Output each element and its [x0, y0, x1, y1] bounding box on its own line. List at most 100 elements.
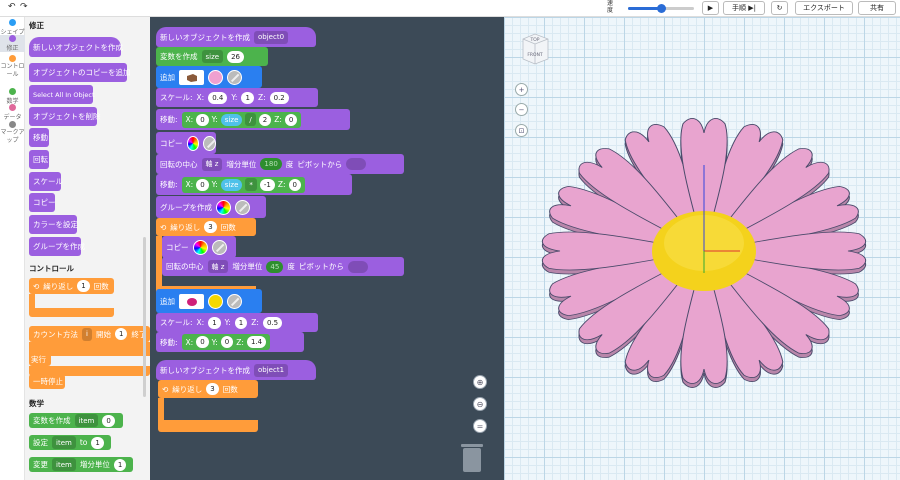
axis-dropdown[interactable]: 軸 z — [201, 157, 223, 171]
move-x-input[interactable]: 0 — [196, 113, 209, 126]
block-rotate-2[interactable]: 回転の中心軸 z 増分単位 45 度ピボットから — [162, 257, 404, 276]
flyout-block-change-variable[interactable]: 変更 item 増分単位 1 — [29, 457, 133, 472]
category-control[interactable]: コントロール — [0, 55, 25, 79]
block-copy[interactable]: コピー — [156, 132, 216, 154]
flyout-block-pause[interactable]: 一時停止 — [29, 374, 65, 389]
category-data[interactable]: データ — [0, 104, 25, 121]
object-name-dropdown[interactable]: object0 — [254, 30, 289, 44]
zoom-reset-button[interactable]: = — [473, 419, 487, 433]
axis-dropdown[interactable]: 軸 z — [207, 260, 229, 273]
zoom-out-button[interactable]: ⊖ — [473, 397, 487, 411]
rainbow-color-icon[interactable] — [186, 135, 200, 151]
block-workspace[interactable]: 新しいオブジェクトを作成 object0 変数を作成 size 26 追加 スケール:… — [150, 17, 504, 480]
object-name-dropdown[interactable]: object1 — [254, 363, 289, 377]
move-y-variable[interactable]: size — [220, 178, 243, 191]
set-value-input[interactable]: 1 — [91, 436, 104, 449]
operator-dropdown[interactable]: / — [245, 113, 256, 126]
flyout-block-delete-object[interactable]: オブジェクトを削除 — [29, 107, 101, 126]
move-z-input[interactable]: 0 — [288, 178, 301, 191]
no-texture-icon[interactable] — [227, 69, 242, 85]
shape-thumbnail[interactable] — [179, 69, 204, 85]
flyout-block-create-group[interactable]: グループを作成 — [29, 237, 85, 256]
color-swatch[interactable] — [208, 69, 223, 85]
flyout-block-set-variable[interactable]: 設定 item to 1 — [29, 435, 111, 450]
redo-icon[interactable]: ↷ — [20, 2, 28, 12]
block-move-2[interactable]: 移動: X: 0 Y: size * -1 Z: 0 — [156, 174, 352, 195]
move-z-input[interactable]: 0 — [284, 113, 298, 126]
flyout-block-new-object[interactable]: 新しいオブジェクトを作成 — [29, 37, 123, 57]
flyout-block-count[interactable]: カウント方法 i 開始 1 終了 実行 — [29, 326, 150, 378]
block-add-shape[interactable]: 追加 — [156, 66, 262, 88]
degrees-input[interactable]: 180 — [260, 158, 282, 170]
trash-icon[interactable] — [461, 444, 483, 472]
rainbow-color-icon[interactable] — [192, 239, 208, 255]
move-x-input[interactable]: 0 — [196, 178, 209, 191]
flyout-block-create-variable[interactable]: 変数を作成 item 0 — [29, 413, 123, 428]
move-y-variable[interactable]: size — [220, 113, 243, 126]
block-rotate[interactable]: 回転の中心軸 z 増分単位 180 度ピボットから — [156, 154, 404, 174]
degrees-input[interactable]: 45 — [266, 260, 284, 273]
3d-viewport[interactable]: TOP FRONT + − ⊡ — [504, 17, 900, 480]
repeat-count-input[interactable]: 3 — [206, 383, 219, 395]
var-value-input[interactable]: 0 — [102, 414, 115, 427]
block-new-object-2[interactable]: 新しいオブジェクトを作成 object1 — [156, 360, 316, 380]
flyout-block-select-all[interactable]: Select All In Object — [29, 85, 95, 104]
reset-button[interactable]: ↻ — [771, 1, 788, 15]
category-modify[interactable]: 修正 — [0, 35, 25, 52]
move-z-input[interactable]: 1.4 — [246, 336, 267, 348]
no-texture-icon[interactable] — [211, 239, 227, 255]
block-move-3[interactable]: 移動: X: 0 Y: 0 Z: 1.4 — [156, 332, 304, 352]
block-scale[interactable]: スケール: X: 0.4 Y: 1 Z: 0.2 — [156, 88, 318, 107]
flyout-block-move[interactable]: 移動 — [29, 128, 49, 147]
move-y-value[interactable]: 2 — [258, 113, 272, 126]
block-create-group[interactable]: グループを作成 — [156, 196, 266, 218]
no-texture-icon[interactable] — [227, 293, 242, 309]
shape-thumbnail[interactable] — [179, 293, 204, 309]
var-name-dropdown[interactable]: item — [74, 414, 99, 427]
set-var-dropdown[interactable]: item — [52, 436, 76, 449]
no-texture-icon[interactable] — [203, 135, 216, 151]
flyout-block-repeat[interactable]: ⟲ 繰り返し 1 回数 — [29, 278, 114, 318]
category-math[interactable]: 数学 — [0, 88, 25, 105]
step-button[interactable]: 手順 ▶| — [723, 1, 765, 15]
category-markup[interactable]: マークアップ — [0, 121, 25, 145]
change-value-input[interactable]: 1 — [113, 458, 127, 471]
move-y-input[interactable]: 0 — [220, 336, 234, 348]
undo-icon[interactable]: ↶ — [8, 2, 16, 12]
block-scale-2[interactable]: スケール: X: 1 Y: 1 Z: 0.5 — [156, 313, 318, 332]
flyout-block-add-copy[interactable]: オブジェクトのコピーを追加 — [29, 63, 131, 82]
play-button[interactable]: ▶ — [702, 1, 719, 15]
scale-z-input[interactable]: 0.2 — [269, 91, 289, 104]
move-y-value[interactable]: -1 — [259, 178, 275, 191]
category-shapes[interactable]: シェイプ — [0, 19, 25, 36]
flyout-block-set-color[interactable]: カラーを設定 — [29, 215, 78, 234]
count-start-input[interactable]: 1 — [114, 328, 128, 340]
block-repeat-2[interactable]: ⟲ 繰り返し 3 回数 — [158, 380, 258, 432]
flyout-block-rotate[interactable]: 回転 — [29, 150, 49, 169]
block-new-object[interactable]: 新しいオブジェクトを作成 object0 — [156, 27, 316, 47]
variable-value-input[interactable]: 26 — [227, 50, 244, 63]
zoom-in-button[interactable]: ⊕ — [473, 375, 487, 389]
flyout-block-scale[interactable]: スケール — [29, 172, 63, 191]
nav-fit-button[interactable]: ⊡ — [515, 124, 528, 137]
move-x-input[interactable]: 0 — [196, 336, 209, 348]
color-swatch[interactable] — [208, 293, 223, 309]
no-texture-icon[interactable] — [235, 199, 251, 215]
repeat-count-input[interactable]: 3 — [204, 221, 217, 233]
nav-zoom-in-button[interactable]: + — [515, 83, 528, 96]
rainbow-color-icon[interactable] — [216, 199, 232, 215]
block-create-variable[interactable]: 変数を作成 size 26 — [156, 47, 268, 66]
flyout-block-copy[interactable]: コピー — [29, 193, 56, 212]
block-move[interactable]: 移動: X: 0 Y: size/2 Z: 0 — [156, 109, 350, 130]
export-button[interactable]: エクスポート — [795, 1, 853, 15]
nav-zoom-out-button[interactable]: − — [515, 103, 528, 116]
count-var-dropdown[interactable]: i — [82, 327, 92, 341]
pivot-slot[interactable] — [347, 260, 368, 273]
scale-x-input[interactable]: 0.4 — [208, 91, 228, 104]
change-var-dropdown[interactable]: item — [52, 458, 76, 471]
scale-x-input[interactable]: 1 — [208, 316, 221, 329]
variable-name-dropdown[interactable]: size — [201, 50, 224, 63]
scale-y-input[interactable]: 1 — [241, 91, 254, 104]
scale-z-input[interactable]: 0.5 — [262, 316, 283, 329]
operator-dropdown[interactable]: * — [245, 178, 257, 191]
